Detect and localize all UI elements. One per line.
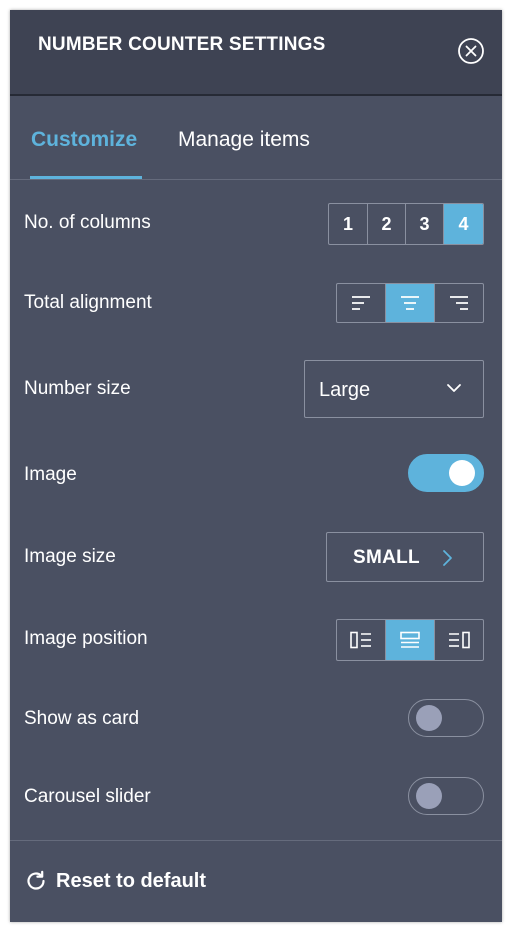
- toggle-knob: [416, 783, 442, 809]
- number-size-label: Number size: [24, 378, 131, 399]
- total-alignment-selector: [336, 283, 484, 323]
- columns-label: No. of columns: [24, 212, 151, 233]
- align-center-icon: [401, 296, 419, 310]
- panel-title: NUMBER COUNTER SETTINGS: [38, 34, 326, 55]
- image-position-selector: [336, 619, 484, 661]
- footer-divider: [10, 840, 502, 841]
- show-as-card-toggle[interactable]: [408, 699, 484, 737]
- active-tab-indicator: [30, 176, 142, 179]
- image-size-value: SMALL: [353, 547, 420, 568]
- image-left-icon: [350, 631, 371, 649]
- image-size-button[interactable]: SMALL: [326, 532, 484, 582]
- show-as-card-label: Show as card: [24, 708, 140, 729]
- image-size-label: Image size: [24, 546, 116, 567]
- toggle-knob: [416, 705, 442, 731]
- settings-panel: NUMBER COUNTER SETTINGS Customize Manage…: [10, 10, 502, 922]
- image-label: Image: [24, 464, 77, 485]
- reset-to-default-button[interactable]: Reset to default: [24, 866, 206, 896]
- columns-option-1[interactable]: 1: [329, 204, 368, 244]
- refresh-icon: [24, 869, 48, 893]
- image-toggle[interactable]: [408, 454, 484, 492]
- columns-selector: 1 2 3 4: [328, 203, 484, 245]
- columns-option-3[interactable]: 3: [406, 204, 444, 244]
- image-left-button[interactable]: [337, 620, 386, 660]
- align-right-button[interactable]: [435, 284, 483, 322]
- number-size-value: Large: [319, 379, 371, 401]
- chevron-right-icon: [439, 548, 455, 568]
- image-right-button[interactable]: [435, 620, 483, 660]
- align-center-button[interactable]: [386, 284, 435, 322]
- image-top-button[interactable]: [386, 620, 435, 660]
- tab-manage-items[interactable]: Manage items: [178, 128, 310, 152]
- image-top-icon: [400, 631, 420, 648]
- carousel-slider-toggle[interactable]: [408, 777, 484, 815]
- align-left-button[interactable]: [337, 284, 386, 322]
- total-alignment-label: Total alignment: [24, 292, 152, 313]
- close-icon[interactable]: [457, 37, 485, 65]
- panel-header: NUMBER COUNTER SETTINGS: [10, 10, 502, 96]
- image-position-label: Image position: [24, 628, 148, 649]
- align-left-icon: [352, 296, 370, 310]
- columns-option-4[interactable]: 4: [444, 204, 483, 244]
- reset-label: Reset to default: [56, 869, 207, 892]
- carousel-slider-label: Carousel slider: [24, 786, 151, 807]
- columns-option-2[interactable]: 2: [368, 204, 406, 244]
- image-right-icon: [449, 631, 470, 649]
- number-size-select[interactable]: Large: [304, 360, 484, 418]
- tab-bar: Customize Manage items: [10, 98, 502, 180]
- align-right-icon: [450, 296, 468, 310]
- chevron-down-icon: [445, 379, 463, 397]
- toggle-knob: [449, 460, 475, 486]
- tab-customize[interactable]: Customize: [31, 128, 137, 152]
